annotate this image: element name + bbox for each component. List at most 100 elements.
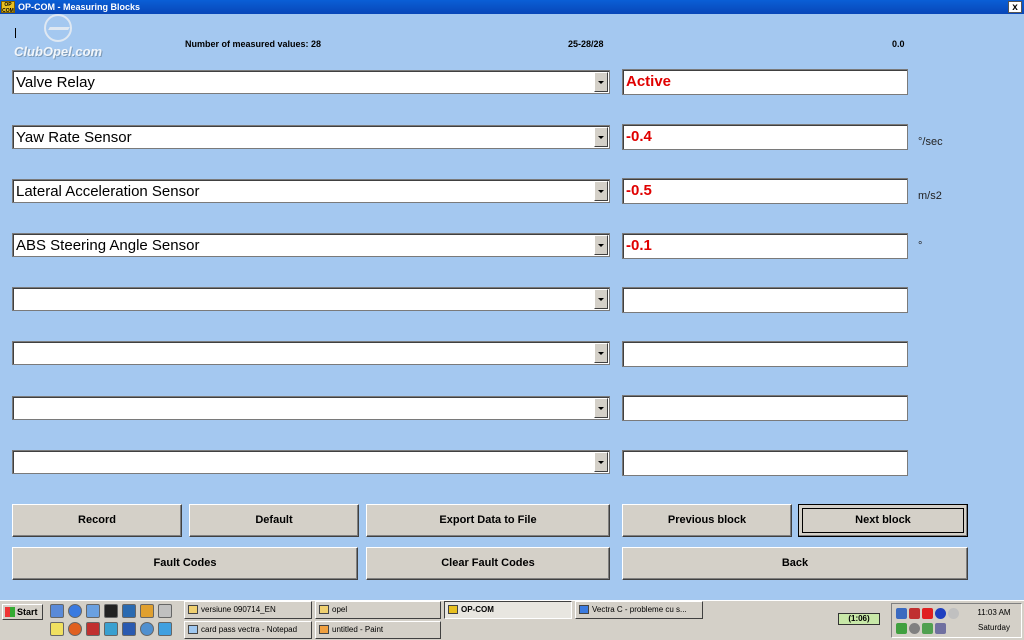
folder-icon <box>188 605 198 614</box>
task-folder-opel[interactable]: opel <box>315 601 441 619</box>
clock[interactable]: 11:03 AM Saturday <box>972 605 1016 635</box>
measurement-select-5[interactable] <box>12 287 610 311</box>
task-opcom[interactable]: OP-COM <box>444 601 572 619</box>
task-notepad[interactable]: card pass vectra - Notepad <box>184 621 312 639</box>
internet-explorer-icon <box>579 605 589 614</box>
clubopel-logo: ClubOpel.com <box>14 14 114 62</box>
antenna-icon[interactable] <box>86 622 100 636</box>
window-title: OP-COM - Measuring Blocks <box>18 2 141 12</box>
windows-icon[interactable] <box>140 604 154 618</box>
messenger-icon[interactable] <box>104 622 118 636</box>
title-bar: OP COM OP-COM - Measuring Blocks x <box>0 0 1024 14</box>
task-folder-versiune[interactable]: versiune 090714_EN <box>184 601 312 619</box>
value-field-2: -0.4 <box>622 124 908 150</box>
windows-logo-icon <box>5 607 15 617</box>
block-range: 25-28/28 <box>568 39 604 49</box>
measurement-select-8[interactable] <box>12 450 610 474</box>
paint-icon <box>319 625 329 634</box>
firefox-icon[interactable] <box>68 622 82 636</box>
chevron-down-icon[interactable] <box>594 181 608 201</box>
default-button[interactable]: Default <box>189 504 359 537</box>
value-field-3: -0.5 <box>622 178 908 204</box>
start-label: Start <box>17 607 38 617</box>
opcom-icon <box>448 605 458 614</box>
disk-icon[interactable] <box>909 623 920 634</box>
close-button[interactable]: x <box>1008 1 1022 13</box>
task-browser-vectra[interactable]: Vectra C - probleme cu s... <box>575 601 703 619</box>
measurement-name: ABS Steering Angle Sensor <box>16 237 200 254</box>
command-prompt-icon[interactable] <box>104 604 118 618</box>
value-field-4: -0.1 <box>622 233 908 259</box>
measurement-select-7[interactable] <box>12 396 610 420</box>
display-icon[interactable] <box>935 623 946 634</box>
chevron-down-icon[interactable] <box>594 343 608 363</box>
globe-icon[interactable] <box>140 622 154 636</box>
back-button[interactable]: Back <box>622 547 968 580</box>
unit-label: °/sec <box>918 136 943 148</box>
measurement-select-6[interactable] <box>12 341 610 365</box>
network-tray-icon[interactable] <box>896 608 907 619</box>
measurement-value: Active <box>626 73 672 90</box>
volume-muted-icon[interactable] <box>909 608 920 619</box>
internet-explorer-icon[interactable] <box>68 604 82 618</box>
measurement-name: Valve Relay <box>16 74 95 91</box>
start-button[interactable]: Start <box>2 604 43 620</box>
measurement-select-1[interactable]: Valve Relay <box>12 70 610 94</box>
search-icon[interactable] <box>158 604 172 618</box>
task-label: untitled - Paint <box>332 625 384 634</box>
task-label: opel <box>332 605 348 614</box>
measurement-value: -0.5 <box>626 182 652 199</box>
media-player-icon[interactable] <box>122 604 136 618</box>
export-data-button[interactable]: Export Data to File <box>366 504 610 537</box>
clock-icon[interactable] <box>948 608 959 619</box>
task-label: OP-COM <box>461 605 494 614</box>
value-field-1: Active <box>622 69 908 95</box>
next-block-button[interactable]: Next block <box>798 504 968 537</box>
value-field-8 <box>622 450 908 476</box>
fault-codes-button[interactable]: Fault Codes <box>12 547 358 580</box>
measurement-value: -0.1 <box>626 237 652 254</box>
task-label: card pass vectra - Notepad <box>201 625 298 634</box>
folder-icon <box>319 605 329 614</box>
measurement-select-3[interactable]: Lateral Acceleration Sensor <box>12 179 610 203</box>
battery-indicator[interactable]: (1:06) <box>838 613 880 625</box>
security-icon[interactable] <box>922 623 933 634</box>
network-icon[interactable] <box>86 604 100 618</box>
previous-block-button[interactable]: Previous block <box>622 504 792 537</box>
opcom-app-icon: OP COM <box>1 1 15 14</box>
chevron-down-icon[interactable] <box>594 452 608 472</box>
measurement-select-4[interactable]: ABS Steering Angle Sensor <box>12 233 610 257</box>
bluetooth-icon[interactable] <box>935 608 946 619</box>
calculator-icon[interactable] <box>50 622 64 636</box>
notepad-icon <box>188 625 198 634</box>
chevron-down-icon[interactable] <box>594 235 608 255</box>
task-label: versiune 090714_EN <box>201 605 276 614</box>
antivirus-icon[interactable] <box>922 608 933 619</box>
show-desktop-icon[interactable] <box>50 604 64 618</box>
task-paint[interactable]: untitled - Paint <box>315 621 441 639</box>
measurement-name: Yaw Rate Sensor <box>16 129 132 146</box>
skype-icon[interactable] <box>122 622 136 636</box>
clock-time: 11:03 AM <box>977 608 1011 617</box>
elapsed-time: 0.0 <box>892 39 905 49</box>
unit-label: m/s2 <box>918 190 942 202</box>
measurement-value: -0.4 <box>626 128 652 145</box>
measured-values-label: Number of measured values: 28 <box>185 39 322 49</box>
chevron-down-icon[interactable] <box>594 398 608 418</box>
clock-day: Saturday <box>977 623 1011 632</box>
chart-icon[interactable] <box>158 622 172 636</box>
task-label: Vectra C - probleme cu s... <box>592 605 687 614</box>
opel-logo-icon <box>44 14 72 42</box>
clear-fault-codes-button[interactable]: Clear Fault Codes <box>366 547 610 580</box>
value-field-5 <box>622 287 908 313</box>
unit-label: ° <box>918 240 923 252</box>
measurement-select-2[interactable]: Yaw Rate Sensor <box>12 125 610 149</box>
wifi-icon[interactable] <box>896 623 907 634</box>
record-button[interactable]: Record <box>12 504 182 537</box>
chevron-down-icon[interactable] <box>594 289 608 309</box>
logo-text: ClubOpel.com <box>14 44 103 59</box>
chevron-down-icon[interactable] <box>594 72 608 92</box>
chevron-down-icon[interactable] <box>594 127 608 147</box>
measurement-name: Lateral Acceleration Sensor <box>16 183 200 200</box>
value-field-7 <box>622 395 908 421</box>
